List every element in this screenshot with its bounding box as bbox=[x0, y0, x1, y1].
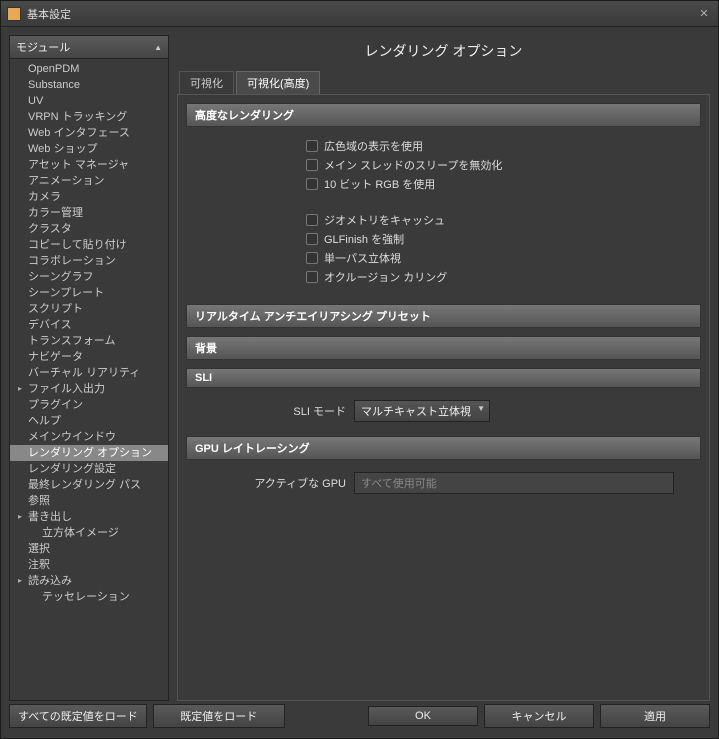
tree-item[interactable]: コラボレーション bbox=[10, 253, 168, 269]
tree-item[interactable]: レンダリング オプション bbox=[10, 445, 168, 461]
tree-item[interactable]: スクリプト bbox=[10, 301, 168, 317]
main-panel: レンダリング オプション 可視化可視化(高度) 高度なレンダリング 広色域の表示… bbox=[177, 35, 710, 701]
tree-item[interactable]: 注釈 bbox=[10, 557, 168, 573]
checkbox-row[interactable]: GLFinish を強制 bbox=[306, 231, 701, 247]
checkbox-label: 単一パス立体視 bbox=[324, 250, 401, 266]
tree-item[interactable]: Substance bbox=[10, 77, 168, 93]
checkbox[interactable] bbox=[306, 140, 318, 152]
checkbox-row[interactable]: 単一パス立体視 bbox=[306, 250, 701, 266]
tree-item[interactable]: 読み込み bbox=[10, 573, 168, 589]
section-background: 背景 bbox=[186, 336, 701, 360]
checkbox[interactable] bbox=[306, 178, 318, 190]
checkbox[interactable] bbox=[306, 252, 318, 264]
footer: すべての既定値をロード 既定値をロード OK キャンセル 適用 bbox=[1, 709, 718, 731]
section-advanced-rendering: 高度なレンダリング 広色域の表示を使用メイン スレッドのスリープを無効化 10 ビ… bbox=[186, 103, 701, 296]
page-title: レンダリング オプション bbox=[177, 41, 710, 61]
tree-item[interactable]: 最終レンダリング パス bbox=[10, 477, 168, 493]
tree-item[interactable]: アセット マネージャ bbox=[10, 157, 168, 173]
sli-mode-label: SLI モード bbox=[186, 403, 346, 419]
load-all-defaults-button[interactable]: すべての既定値をロード bbox=[9, 704, 147, 728]
checkbox-row[interactable]: オクルージョン カリング bbox=[306, 269, 701, 285]
sidebar-header[interactable]: モジュール ▲ bbox=[9, 35, 169, 59]
chevron-down-icon: ▼ bbox=[477, 404, 485, 413]
sidebar: モジュール ▲ OpenPDMSubstanceUVVRPN トラッキングWeb… bbox=[9, 35, 169, 701]
section-sli: SLI SLI モード マルチキャスト立体視 ▼ bbox=[186, 368, 701, 428]
tree-item[interactable]: デバイス bbox=[10, 317, 168, 333]
tree-item[interactable]: クラスタ bbox=[10, 221, 168, 237]
tree-item[interactable]: 選択 bbox=[10, 541, 168, 557]
section-header[interactable]: SLI bbox=[186, 368, 701, 388]
section-antialiasing: リアルタイム アンチエイリアシング プリセット bbox=[186, 304, 701, 328]
tree-item[interactable]: シーンプレート bbox=[10, 285, 168, 301]
checkbox-row[interactable]: 10 ビット RGB を使用 bbox=[306, 176, 701, 192]
checkbox-label: オクルージョン カリング bbox=[324, 269, 447, 285]
tree-item[interactable]: ナビゲータ bbox=[10, 349, 168, 365]
tree-item[interactable]: 参照 bbox=[10, 493, 168, 509]
tree-item[interactable]: プラグイン bbox=[10, 397, 168, 413]
tree-item[interactable]: コピーして貼り付け bbox=[10, 237, 168, 253]
section-gpu-raytracing: GPU レイトレーシング アクティブな GPU すべて使用可能 bbox=[186, 436, 701, 500]
tree-item[interactable]: テッセレーション bbox=[10, 589, 168, 605]
tree-item[interactable]: カラー管理 bbox=[10, 205, 168, 221]
tree-item[interactable]: ヘルプ bbox=[10, 413, 168, 429]
tree-item[interactable]: Web ショップ bbox=[10, 141, 168, 157]
tree-item[interactable]: バーチャル リアリティ bbox=[10, 365, 168, 381]
checkbox-label: ジオメトリをキャッシュ bbox=[324, 212, 445, 228]
active-gpu-input[interactable]: すべて使用可能 bbox=[354, 472, 674, 494]
tree-item[interactable]: トランスフォーム bbox=[10, 333, 168, 349]
cancel-button[interactable]: キャンセル bbox=[484, 704, 594, 728]
tree-item[interactable]: アニメーション bbox=[10, 173, 168, 189]
settings-panel: 高度なレンダリング 広色域の表示を使用メイン スレッドのスリープを無効化 10 ビ… bbox=[177, 94, 710, 701]
tab[interactable]: 可視化 bbox=[179, 71, 234, 94]
checkbox[interactable] bbox=[306, 214, 318, 226]
sidebar-header-label: モジュール bbox=[16, 39, 70, 55]
checkbox-label: メイン スレッドのスリープを無効化 bbox=[324, 157, 502, 173]
active-gpu-label: アクティブな GPU bbox=[186, 475, 346, 491]
checkbox[interactable] bbox=[306, 233, 318, 245]
section-header[interactable]: 高度なレンダリング bbox=[186, 103, 701, 127]
tree-item[interactable]: UV bbox=[10, 93, 168, 109]
sli-mode-value: マルチキャスト立体視 bbox=[361, 406, 471, 418]
close-icon[interactable]: ✕ bbox=[696, 7, 712, 20]
tree-item[interactable]: メインウインドウ bbox=[10, 429, 168, 445]
checkbox[interactable] bbox=[306, 271, 318, 283]
tree-item[interactable]: シーングラフ bbox=[10, 269, 168, 285]
tree-item[interactable]: レンダリング設定 bbox=[10, 461, 168, 477]
tree-item[interactable]: 立方体イメージ bbox=[10, 525, 168, 541]
checkbox[interactable] bbox=[306, 159, 318, 171]
apply-button[interactable]: 適用 bbox=[600, 704, 710, 728]
section-header[interactable]: リアルタイム アンチエイリアシング プリセット bbox=[186, 304, 701, 328]
module-tree[interactable]: OpenPDMSubstanceUVVRPN トラッキングWeb インタフェース… bbox=[9, 59, 169, 701]
checkbox-label: GLFinish を強制 bbox=[324, 231, 404, 247]
section-header[interactable]: 背景 bbox=[186, 336, 701, 360]
checkbox-row[interactable]: ジオメトリをキャッシュ bbox=[306, 212, 701, 228]
checkbox-label: 広色域の表示を使用 bbox=[324, 138, 423, 154]
tree-item[interactable]: OpenPDM bbox=[10, 61, 168, 77]
tree-item[interactable]: カメラ bbox=[10, 189, 168, 205]
section-header[interactable]: GPU レイトレーシング bbox=[186, 436, 701, 460]
checkbox-row[interactable]: 広色域の表示を使用 bbox=[306, 138, 701, 154]
tree-item[interactable]: 書き出し bbox=[10, 509, 168, 525]
sli-mode-select[interactable]: マルチキャスト立体視 ▼ bbox=[354, 400, 490, 422]
window-title: 基本設定 bbox=[27, 6, 696, 22]
checkbox-row[interactable]: メイン スレッドのスリープを無効化 bbox=[306, 157, 701, 173]
chevron-up-icon: ▲ bbox=[154, 43, 162, 52]
load-defaults-button[interactable]: 既定値をロード bbox=[153, 704, 285, 728]
tree-item[interactable]: Web インタフェース bbox=[10, 125, 168, 141]
tree-item[interactable]: ファイル入出力 bbox=[10, 381, 168, 397]
ok-button[interactable]: OK bbox=[368, 706, 478, 726]
tree-item[interactable]: VRPN トラッキング bbox=[10, 109, 168, 125]
titlebar: 基本設定 ✕ bbox=[1, 1, 718, 27]
tab[interactable]: 可視化(高度) bbox=[236, 71, 320, 94]
app-icon bbox=[7, 7, 21, 21]
checkbox-label: 10 ビット RGB を使用 bbox=[324, 176, 435, 192]
tab-bar: 可視化可視化(高度) bbox=[179, 71, 710, 94]
